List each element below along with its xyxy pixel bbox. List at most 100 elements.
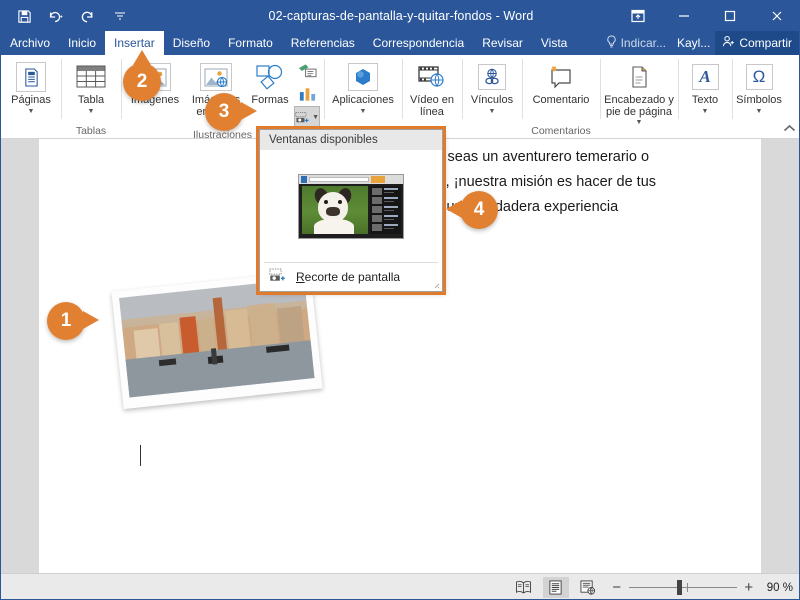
tab-diseno[interactable]: Diseño [164,31,219,55]
ribbon-group-encabezado: Encabezado y pie de página ▼ [600,55,678,139]
tab-formato[interactable]: Formato [219,31,282,55]
symbols-icon: Ω [745,60,773,94]
user-account-label[interactable]: Kayl... [672,31,715,55]
ribbon-tabs: Archivo Inicio Insertar Diseño Formato R… [1,31,799,55]
ribbon-group-comentarios: Comentario Comentarios [522,55,600,139]
chevron-down-icon[interactable]: ▼ [88,108,95,116]
document-line-1: a. Ya seas un aventurero temerario o [411,149,650,165]
share-person-icon [722,35,735,51]
available-window-thumbnail[interactable] [298,173,404,239]
recorte-label: Recorte de pantalla [296,270,400,284]
chevron-down-icon[interactable]: ▼ [702,108,709,116]
share-label: Compartir [739,36,792,50]
chevron-down-icon[interactable]: ▼ [636,119,643,127]
links-icon [478,60,506,94]
ribbon-options-icon[interactable] [615,1,661,31]
zoom-track[interactable] [628,580,737,595]
redo-icon[interactable] [73,3,103,29]
dropdown-header: Ventanas disponibles [260,130,442,150]
tab-revisar[interactable]: Revisar [473,31,532,55]
vinculos-button[interactable]: Vínculos ▼ [466,58,518,116]
dropdown-thumbnail-area[interactable] [260,150,442,262]
smartart-icon[interactable] [294,60,320,82]
group-label-comentarios: Comentarios [531,125,591,137]
zoom-center-tick [686,583,688,592]
comentario-label: Comentario [532,94,590,106]
word-window: 02-capturas-de-pantalla-y-quitar-fondos … [0,0,800,600]
status-bar-right: − + 90 % [511,574,793,599]
tab-correspondencia[interactable]: Correspondencia [364,31,473,55]
tell-me-box[interactable]: Indicar... [600,31,672,55]
video-en-linea-button[interactable]: Vídeo en línea [406,58,458,118]
screenshot-icon[interactable]: ▼ [294,106,320,128]
ribbon-group-aplicaciones: Aplicaciones ▼ [324,55,402,139]
tab-vista[interactable]: Vista [532,31,576,55]
pages-icon [16,60,46,94]
ilustraciones-small-buttons: ▼ [294,58,320,128]
tab-referencias[interactable]: Referencias [282,31,364,55]
print-layout-button[interactable] [542,577,569,598]
paginas-button[interactable]: Páginas ▼ [5,58,57,116]
paginas-label: Páginas [11,94,51,106]
resize-grip-icon[interactable] [431,280,440,289]
chart-icon[interactable] [294,83,320,105]
quick-access-toolbar [1,3,135,29]
recorte-de-pantalla-item[interactable]: Recorte de pantalla [260,263,442,291]
callout-1: 1 [47,302,99,340]
undo-icon[interactable] [41,3,71,29]
formas-button[interactable]: Formas [247,58,293,107]
comentario-button[interactable]: Comentario [526,58,596,107]
minimize-icon[interactable] [661,1,707,31]
encabezado-pie-button[interactable]: Encabezado y pie de página ▼ [604,58,674,127]
tabla-button[interactable]: Tabla ▼ [65,58,117,116]
chevron-down-icon[interactable]: ▼ [756,108,763,116]
ribbon-group-video: Vídeo en línea [402,55,462,139]
ribbon-group-texto: A Texto ▼ [678,55,732,139]
collapse-ribbon-icon[interactable] [783,124,796,136]
simbolos-label: Símbolos [736,94,782,106]
save-icon[interactable] [9,3,39,29]
ribbon: Páginas ▼ Tabla ▼ Tablas Imágenes en For… [1,55,799,141]
comment-icon [545,60,577,94]
window-controls [615,1,799,31]
share-button[interactable]: Compartir [715,31,799,55]
customize-qat-icon[interactable] [105,3,135,29]
shapes-icon [255,60,285,94]
texto-button[interactable]: A Texto ▼ [682,58,728,116]
zoom-in-button[interactable]: + [743,579,755,596]
document-line-2: asual, ¡nuestra misión es hacer de tus [411,174,657,190]
header-footer-icon [629,60,649,94]
close-icon[interactable] [753,1,799,31]
text-cursor [140,445,141,466]
status-bar: − + 90 % [1,573,799,599]
screenshot-dropdown-panel[interactable]: Ventanas disponibles Recorte de pantalla [259,129,443,292]
lightbulb-icon [606,35,617,51]
chevron-down-icon[interactable]: ▼ [360,108,367,116]
zoom-slider[interactable]: − + [611,579,755,596]
zoom-thumb[interactable] [676,580,682,595]
tell-me-label: Indicar... [620,36,666,50]
zoom-out-button[interactable]: − [611,579,623,596]
web-layout-button[interactable] [575,577,601,598]
callout-2: 2 [123,50,161,101]
apps-icon [348,60,378,94]
group-label-tablas: Tablas [75,125,107,137]
encabezado-pie-label: Encabezado y pie de página [604,94,674,118]
aplicaciones-button[interactable]: Aplicaciones ▼ [328,58,398,116]
maximize-icon[interactable] [707,1,753,31]
vinculos-label: Vínculos [470,94,514,106]
tab-inicio[interactable]: Inicio [59,31,105,55]
texto-label: Texto [691,94,719,106]
table-icon [76,60,106,94]
simbolos-button[interactable]: Ω Símbolos ▼ [736,58,782,116]
chevron-down-icon[interactable]: ▼ [28,108,35,116]
tab-archivo[interactable]: Archivo [1,31,59,55]
read-mode-button[interactable] [511,577,537,598]
tabla-label: Tabla [77,94,105,106]
chevron-down-icon[interactable]: ▼ [489,108,496,116]
video-en-linea-label: Vídeo en línea [409,94,455,118]
text-icon: A [691,60,719,94]
ribbon-group-simbolos: Ω Símbolos ▼ [732,55,786,139]
callout-4: 4 [446,191,498,229]
zoom-level-label[interactable]: 90 % [767,582,793,594]
